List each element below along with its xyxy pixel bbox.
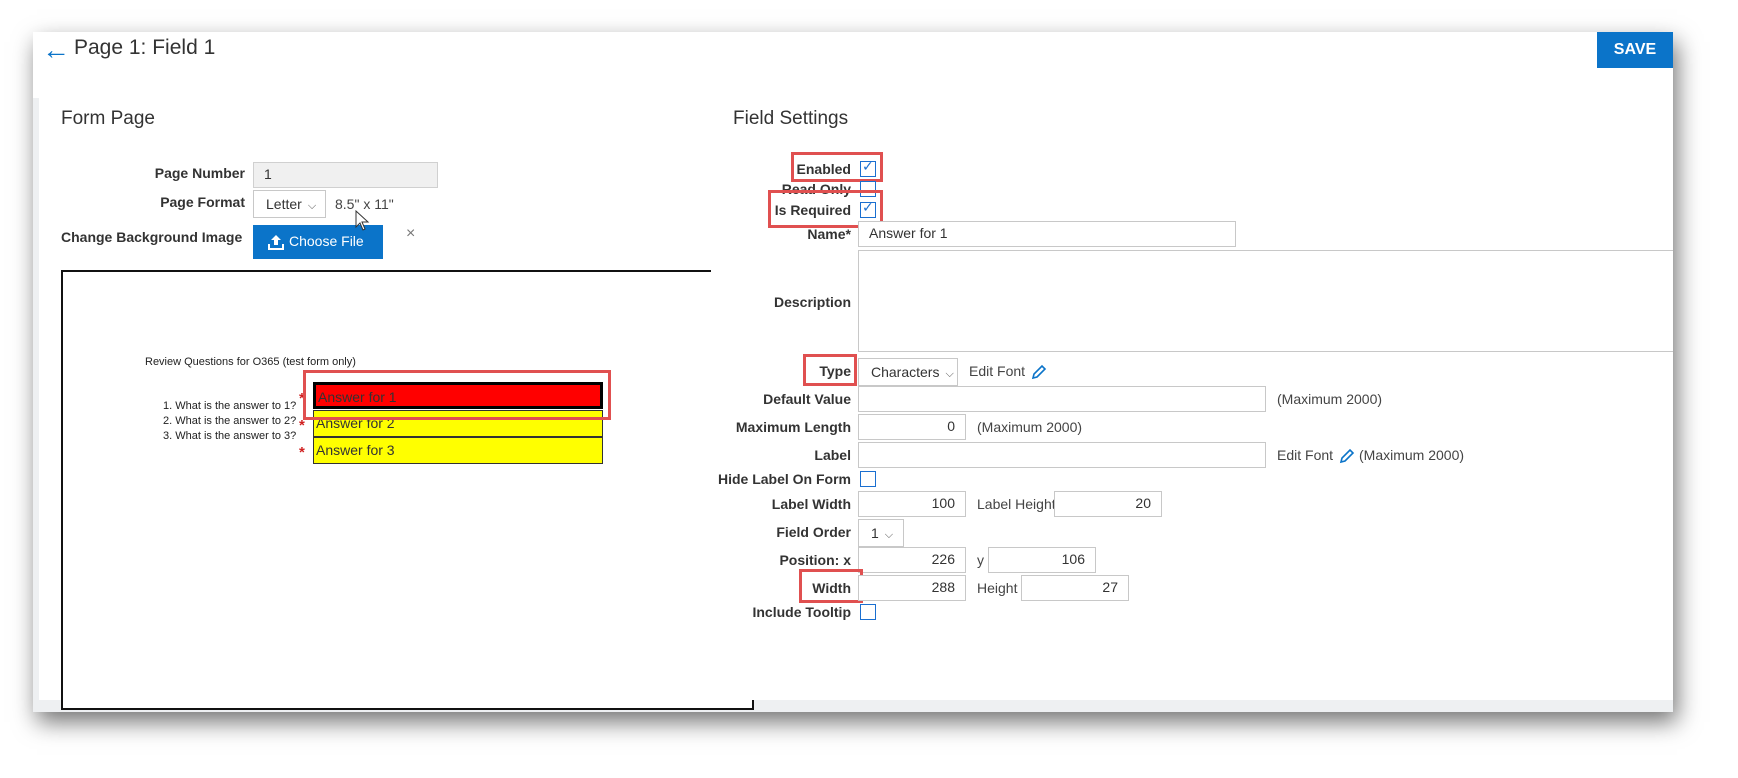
required-marker: * (299, 417, 305, 434)
back-arrow-icon[interactable]: ← (42, 36, 70, 64)
label-width-input[interactable]: 100 (858, 491, 966, 517)
label-height-label: Label Height (977, 496, 1056, 512)
enabled-label: Enabled (796, 161, 851, 177)
height-label: Height (977, 580, 1018, 596)
form-page-title: Form Page (61, 108, 155, 129)
hide-label-checkbox[interactable] (860, 471, 876, 487)
type-label: Type (819, 363, 851, 379)
edit-font-label: Edit Font (1277, 447, 1334, 463)
height-input[interactable]: 27 (1021, 575, 1129, 601)
save-button[interactable]: SAVE (1597, 32, 1673, 68)
position-x-input[interactable]: 226 (858, 547, 966, 573)
preview-heading: Review Questions for O365 (test form onl… (145, 356, 356, 368)
label-height-input[interactable]: 20 (1054, 491, 1162, 517)
question-1: 1. What is the answer to 1? (163, 400, 297, 412)
label-width-label: Label Width (771, 496, 851, 512)
app-window: ← Page 1: Field 1 SAVE Form Page Page Nu… (33, 32, 1673, 712)
description-textarea[interactable] (858, 250, 1673, 352)
position-x-label: Position: x (779, 552, 851, 568)
question-2: 2. What is the answer to 2? (163, 415, 297, 427)
field-order-value: 1 (871, 525, 879, 541)
page-format-value: Letter (266, 196, 302, 212)
required-marker: * (299, 390, 305, 407)
name-input[interactable]: Answer for 1 (858, 221, 1236, 247)
edit-font-link[interactable]: Edit Font (969, 363, 1047, 380)
label-edit-font-link[interactable]: Edit Font (1277, 447, 1355, 464)
pencil-icon (1339, 449, 1355, 464)
top-bar: ← Page 1: Field 1 SAVE (33, 32, 1673, 98)
field-order-select[interactable]: 1 ⌵ (858, 519, 904, 547)
read-only-checkbox[interactable] (860, 181, 876, 197)
edit-font-label: Edit Font (969, 363, 1026, 379)
max-hint: (Maximum 2000) (1359, 447, 1465, 463)
question-3: 3. What is the answer to 3? (163, 430, 297, 442)
maximum-length-label: Maximum Length (735, 419, 851, 435)
hide-label-label: Hide Label On Form (717, 471, 851, 487)
form-field-2[interactable]: Answer for 2 (313, 410, 603, 437)
page-format-select[interactable]: Letter ⌵ (253, 190, 326, 218)
label-label: Label (814, 447, 851, 463)
choose-file-label: Choose File (289, 232, 364, 249)
width-input[interactable]: 288 (858, 575, 966, 601)
description-label: Description (773, 294, 851, 310)
enabled-checkbox[interactable] (860, 158, 876, 177)
is-required-label: Is Required (774, 202, 851, 218)
is-required-checkbox[interactable] (860, 199, 876, 218)
type-value: Characters (871, 364, 940, 380)
required-marker: * (299, 444, 305, 461)
page-number-input[interactable]: 1 (253, 162, 438, 188)
field-order-label: Field Order (776, 524, 851, 540)
mouse-cursor-icon (355, 210, 370, 231)
chevron-down-icon: ⌵ (307, 200, 317, 212)
form-field-3[interactable]: Answer for 3 (313, 437, 603, 464)
max-hint: (Maximum 2000) (977, 419, 1083, 435)
upload-icon (268, 235, 284, 251)
pencil-icon (1031, 365, 1047, 380)
label-input[interactable] (858, 442, 1266, 468)
include-tooltip-checkbox[interactable] (860, 604, 876, 620)
chevron-down-icon: ⌵ (884, 529, 894, 541)
page-title: Page 1: Field 1 (74, 36, 216, 59)
default-value-input[interactable] (858, 386, 1266, 412)
form-preview-canvas: Review Questions for O365 (test form onl… (61, 270, 754, 710)
page-format-label: Page Format (160, 194, 245, 210)
type-select[interactable]: Characters ⌵ (858, 358, 958, 386)
form-page-panel: Form Page Page Number 1 Page Format Lett… (39, 90, 772, 710)
name-label: Name* (807, 226, 851, 242)
default-value-label: Default Value (763, 391, 851, 407)
chevron-down-icon: ⌵ (945, 368, 954, 380)
width-label: Width (812, 580, 851, 596)
read-only-label: Read Only (781, 181, 851, 197)
field-settings-panel: Field Settings Enabled Read Only Is Requ… (711, 90, 1673, 700)
background-image-label: Change Background Image (61, 229, 243, 245)
position-y-input[interactable]: 106 (988, 547, 1096, 573)
form-field-1-selected[interactable]: Answer for 1 (313, 382, 603, 409)
include-tooltip-label: Include Tooltip (752, 604, 851, 620)
page-number-label: Page Number (154, 165, 245, 181)
max-hint: (Maximum 2000) (1277, 391, 1383, 407)
position-y-label: y (977, 552, 984, 568)
maximum-length-input[interactable]: 0 (858, 414, 966, 440)
clear-image-icon[interactable]: × (406, 225, 415, 243)
field-settings-title: Field Settings (733, 108, 849, 129)
